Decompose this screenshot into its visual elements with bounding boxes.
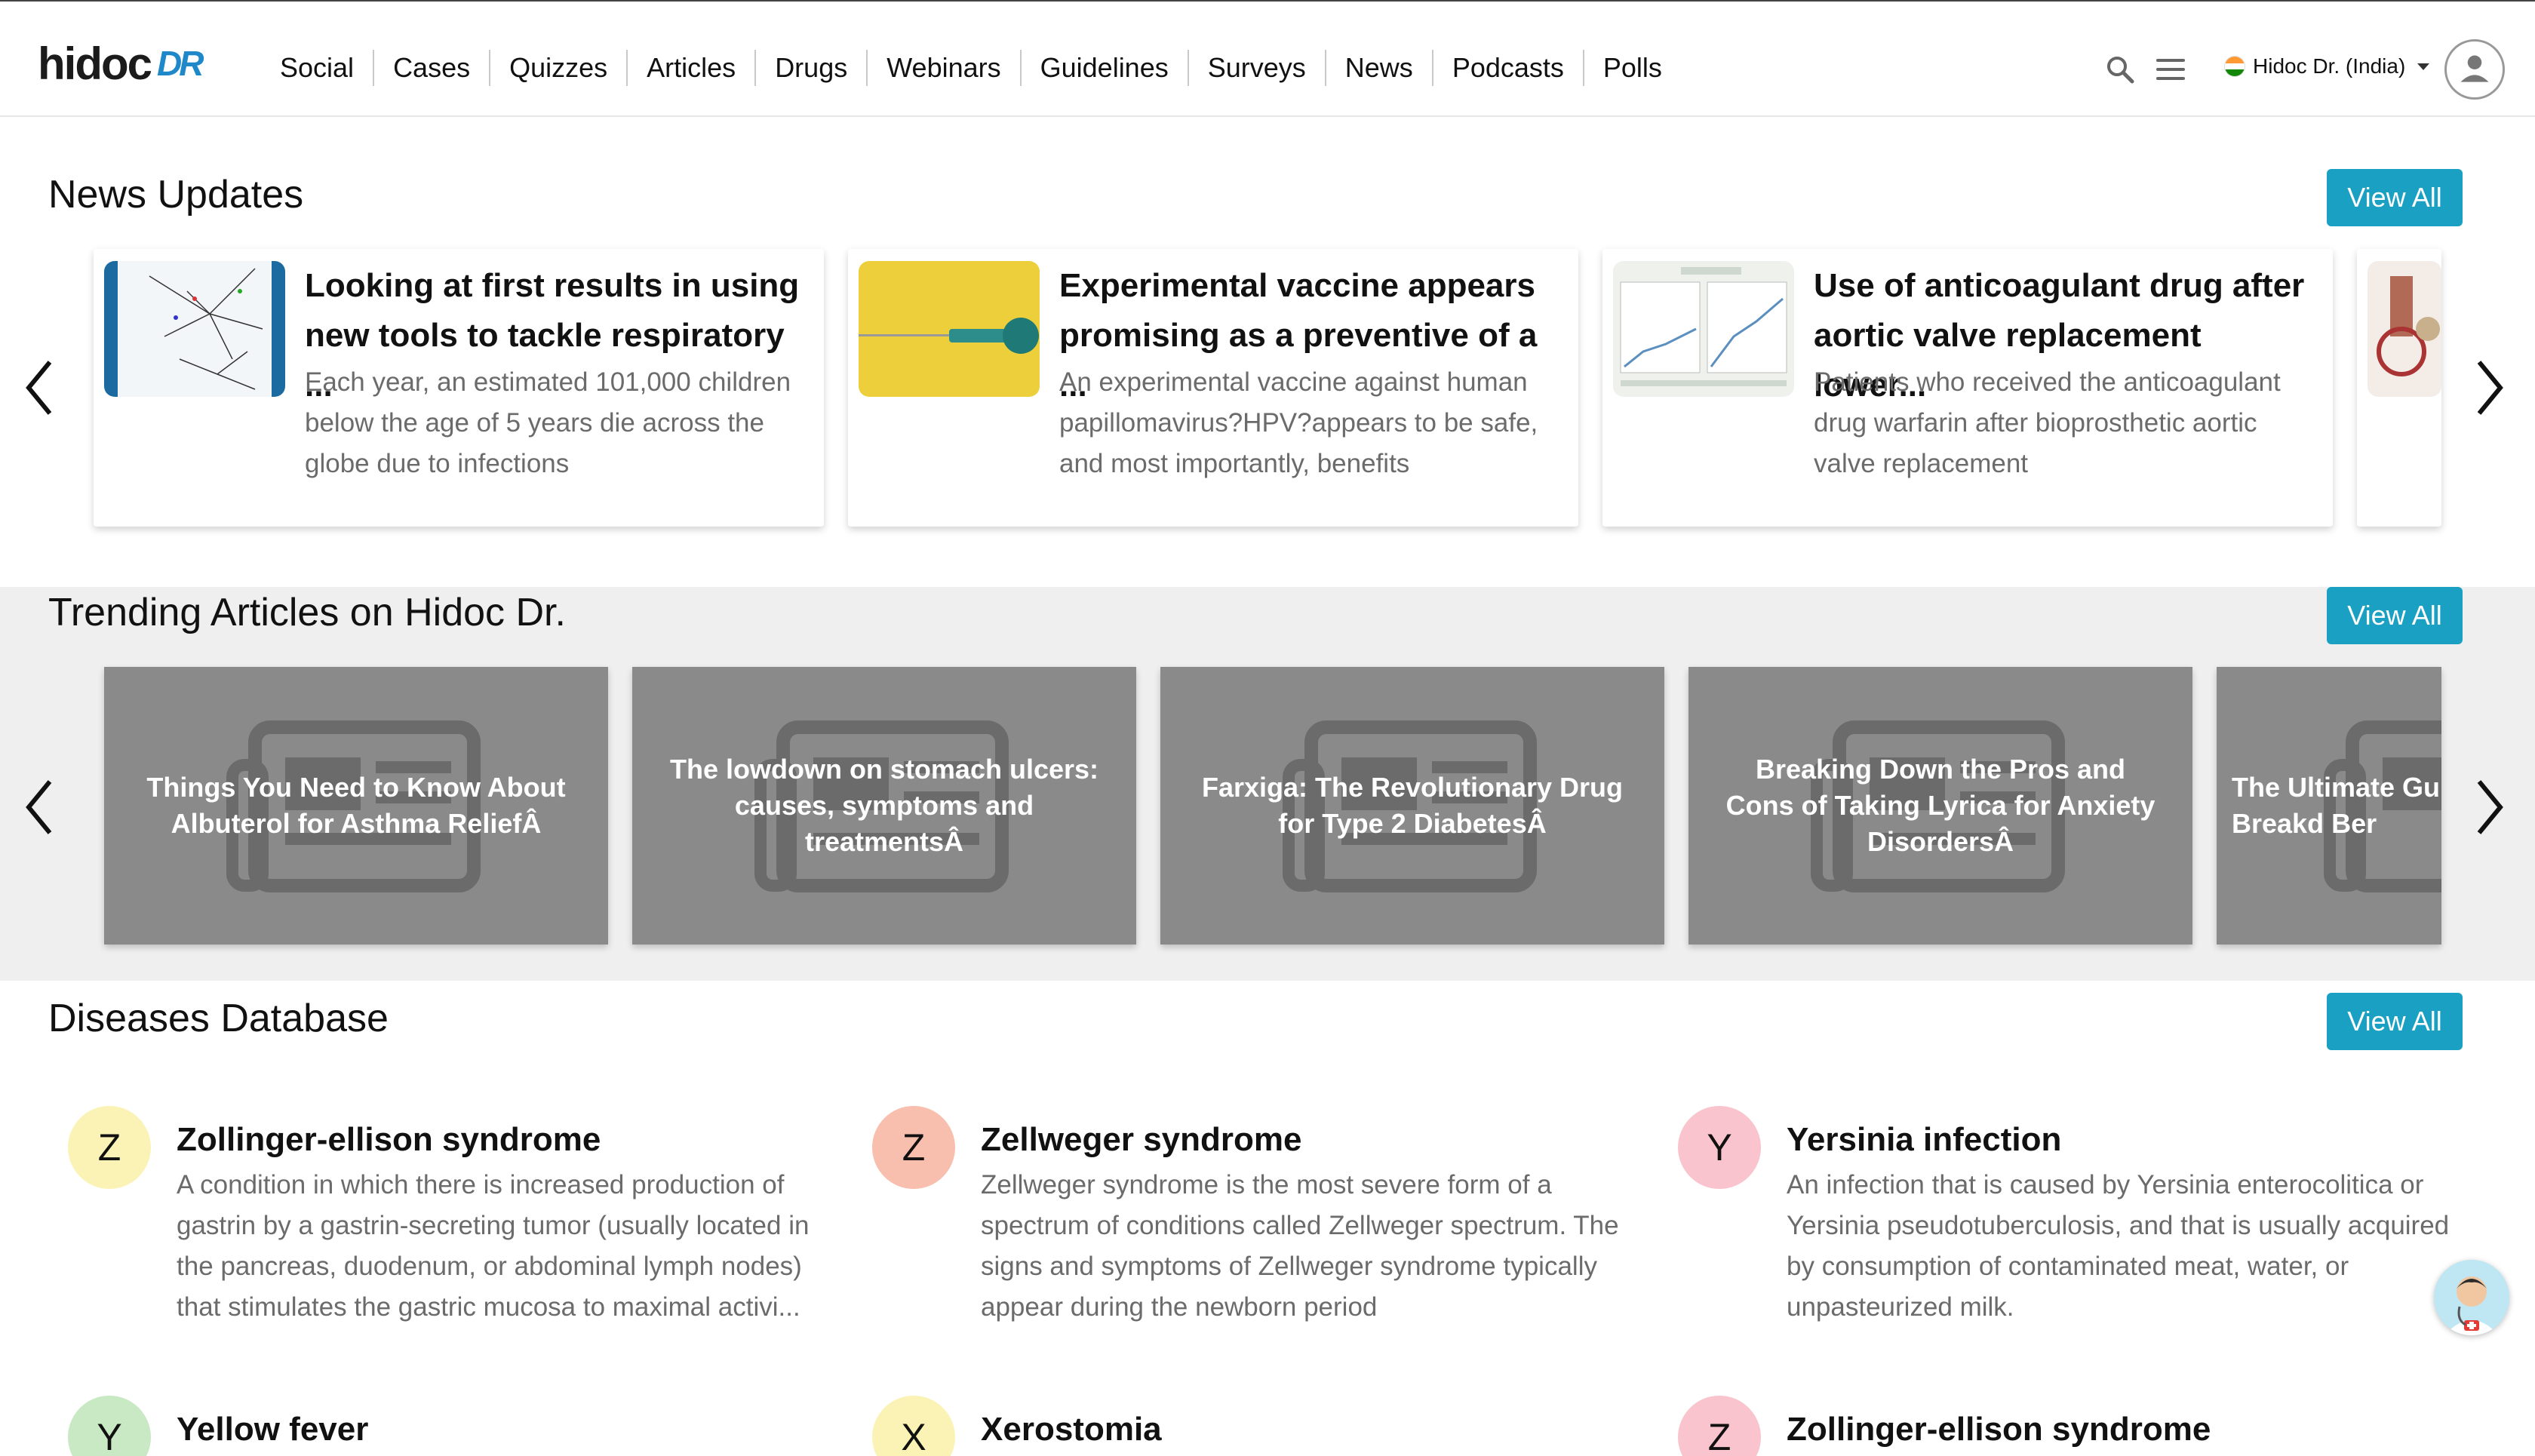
locale-selector[interactable]: Hidoc Dr. (India) bbox=[2224, 54, 2430, 78]
nav-surveys[interactable]: Surveys bbox=[1187, 50, 1325, 86]
news-prev-arrow-icon[interactable] bbox=[24, 358, 54, 418]
search-icon[interactable] bbox=[2105, 54, 2135, 84]
doctor-chatbot-icon[interactable] bbox=[2434, 1260, 2509, 1335]
news-thumbnail-image bbox=[859, 261, 1040, 397]
news-card[interactable]: Use of anticoagulant drug after aortic v… bbox=[1602, 249, 2333, 527]
trending-section-title: Trending Articles on Hidoc Dr. bbox=[48, 591, 566, 634]
news-view-all-button[interactable]: View All bbox=[2327, 169, 2463, 226]
trending-article-card[interactable]: Farxiga: The Revolutionary Drug for Type… bbox=[1160, 667, 1664, 945]
disease-name: Zellweger syndrome bbox=[981, 1121, 1302, 1158]
news-card-description: Each year, an estimated 101,000 children… bbox=[305, 367, 791, 478]
india-flag-icon bbox=[2224, 56, 2245, 77]
disease-name: Zollinger-ellison syndrome bbox=[177, 1121, 601, 1158]
disease-name: Xerostomia bbox=[981, 1411, 1162, 1448]
trending-article-title: Breaking Down the Pros and Cons of Takin… bbox=[1725, 754, 2156, 857]
nav-social[interactable]: Social bbox=[268, 50, 373, 86]
disease-letter-badge: X bbox=[872, 1396, 955, 1456]
news-section-title: News Updates bbox=[48, 173, 304, 217]
disease-letter-badge: Y bbox=[1678, 1106, 1761, 1189]
disease-letter-badge: Y bbox=[68, 1396, 151, 1456]
nav-guidelines[interactable]: Guidelines bbox=[1019, 50, 1188, 86]
nav-cases[interactable]: Cases bbox=[373, 50, 489, 86]
news-next-arrow-icon[interactable] bbox=[2475, 358, 2505, 418]
disease-description: A condition in which there is increased … bbox=[177, 1170, 810, 1322]
diseases-section-title: Diseases Database bbox=[48, 997, 389, 1040]
nav-drugs[interactable]: Drugs bbox=[754, 50, 866, 86]
disease-name: Zollinger-ellison syndrome bbox=[1787, 1411, 2211, 1448]
user-avatar-icon[interactable] bbox=[2444, 39, 2505, 100]
nav-webinars[interactable]: Webinars bbox=[866, 50, 1019, 86]
locale-label: Hidoc Dr. (India) bbox=[2253, 54, 2406, 78]
logo-suffix: DR bbox=[157, 44, 204, 83]
trending-article-card[interactable]: Breaking Down the Pros and Cons of Takin… bbox=[1688, 667, 2192, 945]
trending-article-card[interactable]: The lowdown on stomach ulcers: causes, s… bbox=[632, 667, 1136, 945]
trending-article-title: Things You Need to Know About Albuterol … bbox=[146, 772, 566, 839]
news-thumbnail-image bbox=[2368, 261, 2441, 397]
caret-down-icon bbox=[2417, 63, 2430, 70]
news-card[interactable]: Experimental vaccine appears promising a… bbox=[848, 249, 1578, 527]
nav-news[interactable]: News bbox=[1324, 50, 1432, 86]
trending-article-title: Farxiga: The Revolutionary Drug for Type… bbox=[1201, 772, 1624, 839]
nav-quizzes[interactable]: Quizzes bbox=[489, 50, 626, 86]
trending-article-card[interactable]: Things You Need to Know About Albuterol … bbox=[104, 667, 608, 945]
disease-letter-badge: Z bbox=[872, 1106, 955, 1189]
disease-name: Yersinia infection bbox=[1787, 1121, 2062, 1158]
nav-polls[interactable]: Polls bbox=[1582, 50, 1681, 86]
trending-prev-arrow-icon[interactable] bbox=[24, 777, 54, 837]
news-thumbnail-image bbox=[1613, 261, 1794, 397]
top-navigation-bar: hidoc DR Social Cases Quizzes Articles D… bbox=[0, 0, 2535, 117]
news-card[interactable]: Looking at first results in using new to… bbox=[94, 249, 824, 527]
nav-podcasts[interactable]: Podcasts bbox=[1431, 50, 1583, 86]
hidoc-logo[interactable]: hidoc DR bbox=[38, 38, 204, 89]
disease-description: An infection that is caused by Yersinia … bbox=[1787, 1170, 2450, 1322]
disease-letter-badge: Z bbox=[1678, 1396, 1761, 1456]
diseases-view-all-button[interactable]: View All bbox=[2327, 993, 2463, 1050]
trending-view-all-button[interactable]: View All bbox=[2327, 587, 2463, 644]
news-card-partial[interactable] bbox=[2357, 249, 2441, 527]
news-card-description: Patients who received the anticoagulant … bbox=[1814, 367, 2281, 478]
main-nav: Social Cases Quizzes Articles Drugs Webi… bbox=[268, 45, 1681, 91]
trending-article-title: The Ultimate Gui Biotin: A Breakd Ber bbox=[2232, 772, 2441, 839]
news-thumbnail-image bbox=[104, 261, 285, 397]
disease-description: Zellweger syndrome is the most severe fo… bbox=[981, 1170, 1619, 1322]
nav-articles[interactable]: Articles bbox=[626, 50, 754, 86]
logo-text: hidoc bbox=[38, 38, 152, 89]
trending-article-title: The lowdown on stomach ulcers: causes, s… bbox=[669, 754, 1099, 857]
hamburger-menu-icon[interactable] bbox=[2156, 59, 2186, 81]
news-card-description: An experimental vaccine against human pa… bbox=[1059, 367, 1538, 478]
disease-name: Yellow fever bbox=[177, 1411, 369, 1448]
disease-letter-badge: Z bbox=[68, 1106, 151, 1189]
trending-article-card-partial[interactable]: The Ultimate Gui Biotin: A Breakd Ber bbox=[2217, 667, 2441, 945]
trending-next-arrow-icon[interactable] bbox=[2475, 777, 2505, 837]
